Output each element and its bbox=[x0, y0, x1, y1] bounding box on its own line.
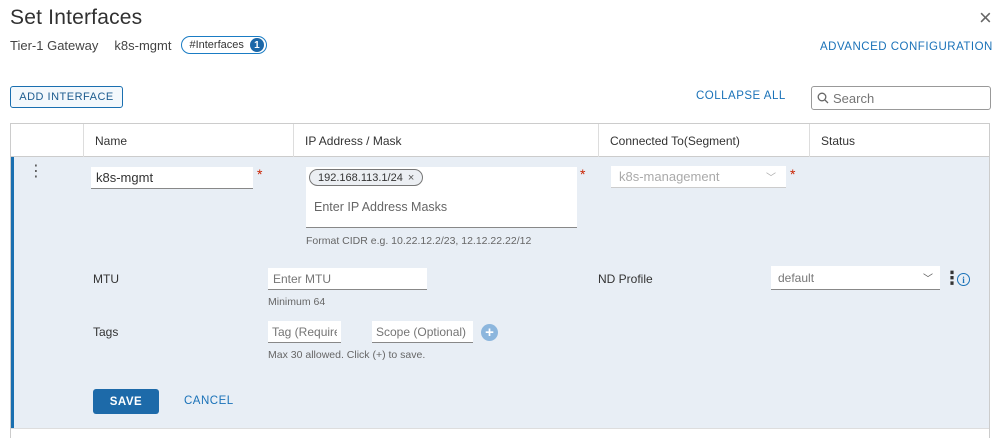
interfaces-count-badge[interactable]: #Interfaces 1 bbox=[181, 36, 267, 54]
column-header-ip: IP Address / Mask bbox=[293, 124, 598, 157]
chevron-down-icon: ﹀ bbox=[923, 274, 933, 285]
name-required-mark: * bbox=[257, 166, 263, 182]
scope-input[interactable] bbox=[372, 321, 473, 343]
segment-value: k8s-management bbox=[619, 169, 720, 184]
interfaces-pill-label: #Interfaces bbox=[189, 39, 244, 51]
ip-chip: 192.168.113.1/24 × bbox=[309, 169, 424, 186]
interface-name-input[interactable] bbox=[91, 167, 253, 189]
search-box[interactable] bbox=[811, 86, 991, 110]
interfaces-count: 1 bbox=[249, 38, 264, 52]
cancel-button[interactable]: CANCEL bbox=[184, 395, 234, 407]
mtu-hint: Minimum 64 bbox=[268, 296, 326, 308]
interfaces-table: Name IP Address / Mask Connected To(Segm… bbox=[10, 123, 990, 438]
column-header-name: Name bbox=[83, 124, 293, 157]
ip-required-mark: * bbox=[580, 166, 586, 182]
add-tag-icon[interactable]: + bbox=[481, 324, 498, 341]
gateway-type: Tier-1 Gateway bbox=[10, 37, 99, 53]
nd-profile-select[interactable]: default ﹀ bbox=[771, 266, 940, 290]
search-icon bbox=[817, 92, 829, 104]
search-input[interactable] bbox=[833, 90, 983, 106]
advanced-configuration-link[interactable]: ADVANCED CONFIGURATION bbox=[820, 41, 993, 53]
row-actions-icon[interactable]: ⋮ bbox=[28, 164, 44, 180]
tags-hint: Max 30 allowed. Click (+) to save. bbox=[268, 349, 426, 361]
dialog-title: Set Interfaces bbox=[10, 6, 143, 29]
table-row-editing: ⋮ * 192.168.113.1/24 × Enter IP Address … bbox=[11, 157, 989, 428]
dialog-subtitle: Tier-1 Gateway k8s-mgmt #Interfaces 1 bbox=[10, 36, 267, 54]
chevron-down-icon: ﹀ bbox=[766, 173, 776, 184]
add-interface-button[interactable]: ADD INTERFACE bbox=[10, 86, 123, 108]
ip-chip-label: 192.168.113.1/24 bbox=[318, 171, 403, 184]
mtu-input[interactable] bbox=[268, 268, 427, 290]
collapse-all-link[interactable]: COLLAPSE ALL bbox=[696, 90, 786, 102]
column-header-segment: Connected To(Segment) bbox=[598, 124, 809, 157]
table-header: Name IP Address / Mask Connected To(Segm… bbox=[11, 124, 989, 157]
segment-select[interactable]: k8s-management ﹀ bbox=[611, 166, 786, 188]
save-button[interactable]: SAVE bbox=[93, 389, 159, 414]
remove-chip-icon[interactable]: × bbox=[408, 172, 414, 184]
ip-address-field[interactable]: 192.168.113.1/24 × Enter IP Address Mask… bbox=[306, 167, 577, 228]
ip-format-hint: Format CIDR e.g. 10.22.12.2/23, 12.12.22… bbox=[306, 235, 532, 247]
nd-profile-label: ND Profile bbox=[598, 272, 653, 286]
info-icon[interactable]: i bbox=[957, 273, 970, 286]
gateway-name: k8s-mgmt bbox=[114, 37, 172, 53]
tag-input[interactable] bbox=[268, 321, 341, 343]
column-header-status: Status bbox=[809, 124, 989, 157]
table-row bbox=[11, 428, 989, 438]
segment-required-mark: * bbox=[790, 166, 796, 182]
close-icon[interactable]: × bbox=[979, 7, 992, 29]
tags-label: Tags bbox=[93, 325, 119, 339]
mtu-label: MTU bbox=[93, 272, 119, 286]
nd-profile-value: default bbox=[778, 270, 815, 285]
ip-placeholder: Enter IP Address Masks bbox=[314, 200, 448, 214]
